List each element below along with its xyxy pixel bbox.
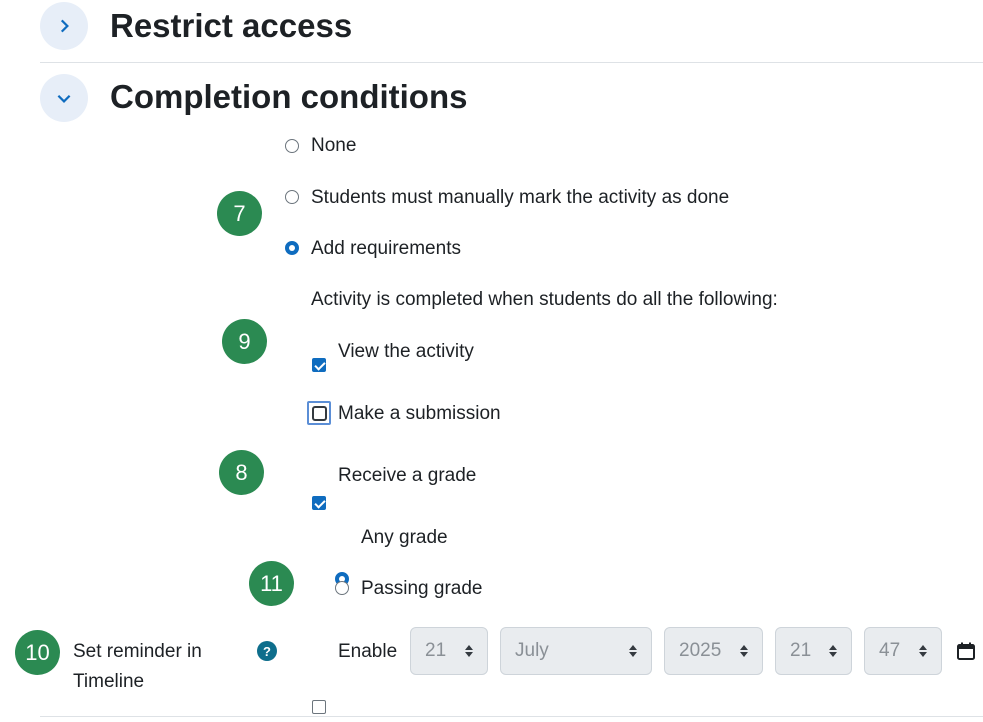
year-select[interactable]: 2025	[664, 627, 763, 675]
month-value: July	[515, 640, 549, 661]
none-label: None	[311, 135, 357, 156]
completion-conditions-title[interactable]: Completion conditions	[110, 80, 467, 113]
select-arrows-icon	[740, 645, 748, 657]
manual-completion-radio[interactable]	[285, 190, 299, 204]
completion-conditions-toggle[interactable]	[40, 74, 88, 122]
reminder-label: Set reminder in Timeline	[73, 641, 202, 692]
chevron-right-icon	[60, 19, 69, 33]
receive-grade-checkbox[interactable]	[312, 496, 326, 510]
chevron-down-icon	[57, 94, 71, 103]
passing-grade-label: Passing grade	[361, 578, 483, 599]
add-requirements-radio[interactable]	[285, 241, 299, 255]
minute-value: 47	[879, 640, 901, 661]
restrict-access-toggle[interactable]	[40, 2, 88, 50]
enable-reminder-checkbox[interactable]	[312, 700, 326, 714]
select-arrows-icon	[919, 645, 927, 657]
manual-completion-label: Students must manually mark the activity…	[311, 187, 730, 208]
none-radio[interactable]	[285, 139, 299, 153]
view-activity-label: View the activity	[338, 341, 474, 362]
step-badge-10: 10	[15, 630, 60, 675]
minute-select[interactable]: 47	[864, 627, 942, 675]
select-arrows-icon	[829, 645, 837, 657]
calendar-icon[interactable]	[956, 641, 976, 661]
view-activity-checkbox[interactable]	[312, 358, 326, 372]
receive-grade-label: Receive a grade	[338, 465, 477, 486]
day-value: 21	[425, 640, 447, 661]
section-divider	[40, 62, 983, 63]
add-requirements-label: Add requirements	[311, 238, 461, 259]
day-select[interactable]: 21	[410, 627, 488, 675]
select-arrows-icon	[465, 645, 473, 657]
enable-reminder-label: Enable	[338, 641, 398, 662]
hour-select[interactable]: 21	[775, 627, 852, 675]
bottom-divider	[40, 716, 983, 717]
restrict-access-title[interactable]: Restrict access	[110, 9, 352, 42]
help-icon[interactable]: ?	[257, 641, 277, 661]
select-arrows-icon	[629, 645, 637, 657]
step-badge-7: 7	[217, 191, 262, 236]
month-select[interactable]: July	[500, 627, 652, 675]
requirements-intro: Activity is completed when students do a…	[311, 289, 778, 310]
passing-grade-radio[interactable]	[335, 581, 349, 595]
step-badge-8: 8	[219, 450, 264, 495]
hour-value: 21	[790, 640, 812, 661]
step-badge-11: 11	[249, 561, 294, 606]
year-value: 2025	[679, 640, 722, 661]
make-submission-label: Make a submission	[338, 403, 501, 424]
submission-checkbox-focus[interactable]	[307, 401, 331, 425]
make-submission-checkbox[interactable]	[311, 405, 327, 421]
any-grade-label: Any grade	[361, 527, 448, 548]
step-badge-9: 9	[222, 319, 267, 364]
